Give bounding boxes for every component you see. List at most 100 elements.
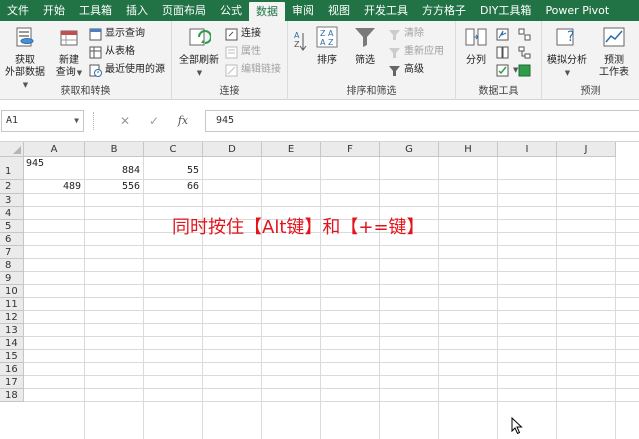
recent-sources-icon bbox=[89, 64, 102, 77]
reapply-icon bbox=[389, 47, 400, 58]
text-to-columns-label: 分列 bbox=[466, 55, 486, 66]
row-header-2[interactable]: 2 bbox=[0, 180, 24, 194]
svg-text:Z: Z bbox=[294, 40, 300, 49]
name-box[interactable]: A1 ▼ bbox=[1, 110, 84, 132]
cell-b2[interactable]: 556 bbox=[87, 181, 140, 192]
table-icon bbox=[89, 46, 102, 58]
clear-filter-label: 清除 bbox=[404, 28, 424, 39]
tab-4[interactable]: 页面布局 bbox=[155, 0, 213, 21]
column-header-e[interactable]: E bbox=[262, 142, 321, 157]
select-all-corner[interactable] bbox=[0, 142, 24, 157]
new-query-button[interactable]: 新建 查询▼ bbox=[53, 25, 85, 79]
tab-2[interactable]: 工具箱 bbox=[72, 0, 119, 21]
column-header-f[interactable]: F bbox=[321, 142, 380, 157]
remove-duplicates-button[interactable] bbox=[496, 44, 512, 60]
properties-label: 属性 bbox=[241, 46, 261, 57]
row-header-12[interactable]: 12 bbox=[0, 311, 24, 324]
forecast-sheet-button[interactable]: 预测 工作表 bbox=[592, 25, 636, 79]
cell-a2[interactable]: 489 bbox=[26, 181, 81, 192]
tab-0[interactable]: 文件 bbox=[0, 0, 36, 21]
cancel-icon[interactable]: ✕ bbox=[113, 111, 137, 131]
clear-filter-button[interactable]: 清除 bbox=[388, 26, 424, 42]
text-to-columns-button[interactable]: 分列 bbox=[460, 25, 492, 67]
row-header-5[interactable]: 5 bbox=[0, 220, 24, 233]
filter-button[interactable]: 筛选 bbox=[350, 25, 380, 67]
row-header-6[interactable]: 6 bbox=[0, 233, 24, 246]
relationships-button[interactable] bbox=[518, 44, 534, 60]
grid-column-line bbox=[615, 157, 616, 439]
column-header-g[interactable]: G bbox=[380, 142, 439, 157]
reapply-button[interactable]: 重新应用 bbox=[388, 44, 444, 60]
svg-text:A Z: A Z bbox=[320, 38, 334, 47]
group-label-connections: 连接 bbox=[219, 86, 240, 97]
sort-ascending-icon: A Z bbox=[294, 31, 307, 51]
column-header-d[interactable]: D bbox=[203, 142, 262, 157]
row-header-3[interactable]: 3 bbox=[0, 194, 24, 207]
column-header-c[interactable]: C bbox=[144, 142, 203, 157]
edit-links-icon bbox=[225, 64, 238, 76]
cell-a1[interactable]: 945 bbox=[26, 158, 81, 169]
column-header-b[interactable]: B bbox=[85, 142, 144, 157]
grid-row-line bbox=[24, 310, 639, 311]
tab-1[interactable]: 开始 bbox=[36, 0, 72, 21]
tab-10[interactable]: 方方格子 bbox=[415, 0, 473, 21]
row-header-8[interactable]: 8 bbox=[0, 259, 24, 272]
svg-text:?: ? bbox=[567, 29, 574, 45]
what-if-analysis-button[interactable]: ? 模拟分析▼ bbox=[544, 25, 590, 79]
edit-links-button[interactable]: 编辑链接 bbox=[225, 62, 281, 78]
row-header-9[interactable]: 9 bbox=[0, 272, 24, 285]
grid-column-line bbox=[379, 157, 380, 439]
cell-c1[interactable]: 55 bbox=[146, 165, 199, 176]
from-table-button[interactable]: 从表格 bbox=[89, 44, 135, 60]
tab-7[interactable]: 审阅 bbox=[285, 0, 321, 21]
manage-data-model-button[interactable] bbox=[518, 62, 534, 78]
column-header-h[interactable]: H bbox=[439, 142, 498, 157]
row-header-15[interactable]: 15 bbox=[0, 350, 24, 363]
data-validation-icon bbox=[496, 64, 509, 76]
formula-bar: A1 ▼ ✕ ✓ fx 945 bbox=[0, 100, 639, 142]
row-header-11[interactable]: 11 bbox=[0, 298, 24, 311]
row-header-16[interactable]: 16 bbox=[0, 363, 24, 376]
formula-input[interactable]: 945 bbox=[205, 110, 639, 132]
tab-3[interactable]: 插入 bbox=[119, 0, 155, 21]
tab-6[interactable]: 数据 bbox=[249, 2, 285, 21]
connections-button[interactable]: 连接 bbox=[225, 26, 261, 42]
consolidate-button[interactable] bbox=[518, 26, 534, 42]
worksheet-grid[interactable]: A B C D E F G H I J 1 2 3 4 5 6 7 8 9 10 11 12 13 14 15 16 17 18 945… bbox=[0, 142, 639, 439]
tab-11[interactable]: DIY工具箱 bbox=[473, 0, 538, 21]
data-validation-button[interactable]: ▼ bbox=[496, 62, 518, 78]
edit-links-label: 编辑链接 bbox=[241, 64, 281, 75]
tab-8[interactable]: 视图 bbox=[321, 0, 357, 21]
column-header-i[interactable]: I bbox=[498, 142, 557, 157]
tab-9[interactable]: 开发工具 bbox=[357, 0, 415, 21]
properties-button[interactable]: 属性 bbox=[225, 44, 261, 60]
refresh-all-button[interactable]: 全部刷新▼ bbox=[176, 25, 222, 79]
row-header-14[interactable]: 14 bbox=[0, 337, 24, 350]
row-header-18[interactable]: 18 bbox=[0, 389, 24, 402]
cell-c2[interactable]: 66 bbox=[146, 181, 199, 192]
row-header-17[interactable]: 17 bbox=[0, 376, 24, 389]
text-to-columns-icon bbox=[465, 28, 487, 46]
column-header-a[interactable]: A bbox=[24, 142, 85, 157]
sort-asc-button[interactable]: A Z bbox=[292, 29, 308, 63]
grid-row-line bbox=[24, 206, 639, 207]
column-header-j[interactable]: J bbox=[557, 142, 616, 157]
advanced-filter-button[interactable]: 高级 bbox=[388, 62, 424, 78]
filter-label: 筛选 bbox=[355, 55, 375, 66]
row-header-4[interactable]: 4 bbox=[0, 207, 24, 220]
flash-fill-button[interactable] bbox=[496, 26, 512, 42]
row-header-10[interactable]: 10 bbox=[0, 285, 24, 298]
row-header-7[interactable]: 7 bbox=[0, 246, 24, 259]
tab-5[interactable]: 公式 bbox=[213, 0, 249, 21]
chevron-down-icon[interactable]: ▼ bbox=[74, 111, 79, 131]
row-header-1[interactable]: 1 bbox=[0, 157, 24, 180]
cell-b1[interactable]: 884 bbox=[87, 165, 140, 176]
sort-button[interactable]: Z A A Z 排序 bbox=[312, 25, 342, 67]
grid-row-line bbox=[24, 375, 639, 376]
insert-function-icon[interactable]: fx bbox=[171, 111, 195, 131]
row-header-13[interactable]: 13 bbox=[0, 324, 24, 337]
recent-sources-button[interactable]: 最近使用的源 bbox=[89, 62, 165, 78]
show-queries-button[interactable]: 显示查询 bbox=[89, 26, 145, 42]
confirm-icon[interactable]: ✓ bbox=[142, 111, 166, 131]
tab-12[interactable]: Power Pivot bbox=[538, 0, 616, 21]
